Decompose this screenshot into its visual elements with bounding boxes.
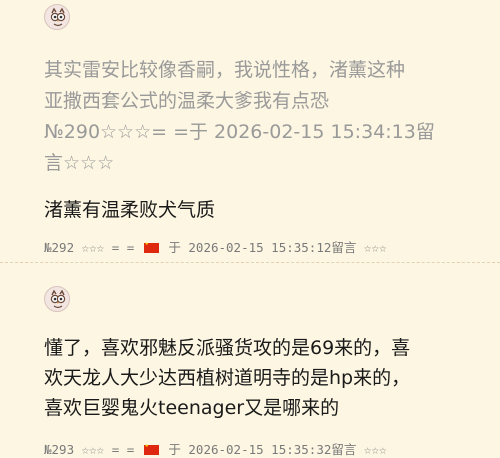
comment-body: 懂了，喜欢邪魅反派骚货攻的是69来的，喜 欢天龙人大少达西植树道明寺的是hp来的… bbox=[44, 333, 464, 423]
comment-line: 欢天龙人大少达西植树道明寺的是hp来的， bbox=[44, 367, 411, 389]
meta-id-stars: №292 ☆☆☆ = = bbox=[44, 240, 135, 255]
reply-text: 渚薰有温柔败犬气质 bbox=[44, 199, 216, 221]
quote-line: 其实雷安比较像香嗣，我说性格，渚薰这种 bbox=[44, 59, 406, 81]
comment-line: 喜欢巨婴鬼火teenager又是哪来的 bbox=[44, 397, 340, 419]
meta-timestamp: 于 2026-02-15 15:35:12留言 ☆☆☆ bbox=[168, 240, 387, 255]
quote-line: 亚撒西套公式的温柔大爹我有点恐 bbox=[44, 90, 330, 112]
quoted-comment: 其实雷安比较像香嗣，我说性格，渚薰这种 亚撒西套公式的温柔大爹我有点恐 №290… bbox=[44, 55, 464, 179]
owl-avatar-icon bbox=[44, 4, 70, 30]
meta-timestamp: 于 2026-02-15 15:35:32留言 ☆☆☆ bbox=[168, 442, 387, 457]
quote-line: №290☆☆☆= =于 2026-02-15 15:34:13留 bbox=[44, 121, 435, 143]
comment-line: 懂了，喜欢邪魅反派骚货攻的是69来的，喜 bbox=[44, 337, 411, 359]
meta-id-stars: №293 ☆☆☆ = = bbox=[44, 442, 135, 457]
china-flag-icon bbox=[143, 240, 159, 253]
owl-avatar-icon bbox=[44, 286, 70, 312]
post-divider bbox=[0, 262, 500, 263]
comment-meta: №292 ☆☆☆ = = 于 2026-02-15 15:35:12留言 ☆☆☆ bbox=[44, 237, 387, 256]
quote-line: 言☆☆☆ bbox=[44, 152, 115, 174]
china-flag-icon bbox=[143, 442, 159, 455]
